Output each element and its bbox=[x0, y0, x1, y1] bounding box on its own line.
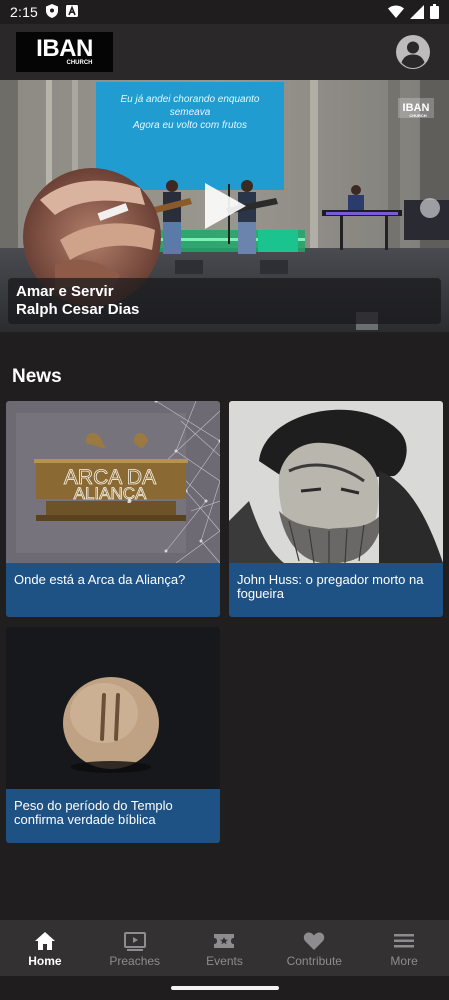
news-card[interactable]: Peso do período do Templo confirma verda… bbox=[6, 627, 220, 843]
ark-title-line-2: ALIANÇA bbox=[74, 484, 147, 503]
heart-icon bbox=[302, 930, 326, 952]
app-header: IBAN CHURCH bbox=[0, 24, 449, 80]
ticket-icon bbox=[212, 930, 236, 952]
status-right-icons bbox=[388, 4, 439, 22]
screen-lyric-1: Eu já andei chorando enquanto bbox=[120, 94, 259, 105]
status-bar: 2:15 bbox=[0, 0, 449, 24]
status-time: 2:15 bbox=[10, 4, 39, 20]
news-title: Onde está a Arca da Aliança? bbox=[6, 563, 220, 617]
shield-icon bbox=[46, 3, 59, 21]
nav-item-events[interactable]: Events bbox=[180, 920, 270, 976]
preach-speaker: Ralph Cesar Dias bbox=[16, 301, 140, 318]
news-thumbnail-portrait bbox=[229, 401, 443, 563]
gesture-handle[interactable] bbox=[171, 986, 279, 990]
nav-label: Contribute bbox=[286, 954, 342, 968]
menu-icon bbox=[392, 930, 416, 952]
nav-label: Home bbox=[28, 954, 62, 968]
news-title: John Huss: o pregador morto na fogueira bbox=[229, 563, 443, 617]
nav-label: Events bbox=[206, 954, 243, 968]
screen-lyric-3: Agora eu volto com frutos bbox=[132, 120, 247, 131]
nav-item-contribute[interactable]: Contribute bbox=[269, 920, 359, 976]
wifi-icon bbox=[388, 5, 404, 22]
nav-label: More bbox=[390, 954, 418, 968]
play-icon[interactable] bbox=[201, 180, 249, 232]
featured-preach[interactable]: Eu já andei chorando enquanto semeava Ag… bbox=[0, 80, 449, 332]
nav-label: Preaches bbox=[109, 954, 161, 968]
account-circle-icon[interactable] bbox=[395, 34, 431, 70]
a-badge-icon bbox=[66, 4, 79, 20]
church-logo[interactable]: IBAN CHURCH bbox=[16, 32, 113, 72]
news-title: Peso do período do Templo confirma verda… bbox=[6, 789, 220, 843]
bottom-navigation: Home Preaches Events Contribute More bbox=[0, 920, 449, 976]
nav-item-more[interactable]: More bbox=[359, 920, 449, 976]
nav-item-home[interactable]: Home bbox=[0, 920, 90, 976]
video-library-icon bbox=[123, 930, 147, 952]
nav-item-preaches[interactable]: Preaches bbox=[90, 920, 180, 976]
logo-text: IBAN bbox=[36, 34, 93, 62]
news-card[interactable]: ARCA DA ALIANÇA Onde está a Arca da Alia… bbox=[6, 401, 220, 617]
home-icon bbox=[33, 930, 57, 952]
preach-caption: Amar e Servir Ralph Cesar Dias bbox=[8, 278, 441, 324]
news-section-title: News bbox=[12, 366, 62, 387]
preach-title: Amar e Servir bbox=[16, 283, 114, 300]
news-thumbnail-weight bbox=[6, 627, 220, 789]
battery-icon bbox=[430, 4, 439, 22]
news-card[interactable]: John Huss: o pregador morto na fogueira bbox=[229, 401, 443, 617]
video-watermark-sub: CHURCH bbox=[409, 113, 426, 118]
cellular-icon bbox=[410, 4, 424, 22]
logo-subtext: CHURCH bbox=[66, 59, 93, 66]
system-gesture-area bbox=[0, 976, 449, 1000]
screen-lyric-2: semeava bbox=[170, 107, 211, 118]
news-thumbnail-ark: ARCA DA ALIANÇA bbox=[6, 401, 220, 563]
app-root: 2:15 IBAN CHURCH Eu já andei chorando en… bbox=[0, 0, 449, 1000]
